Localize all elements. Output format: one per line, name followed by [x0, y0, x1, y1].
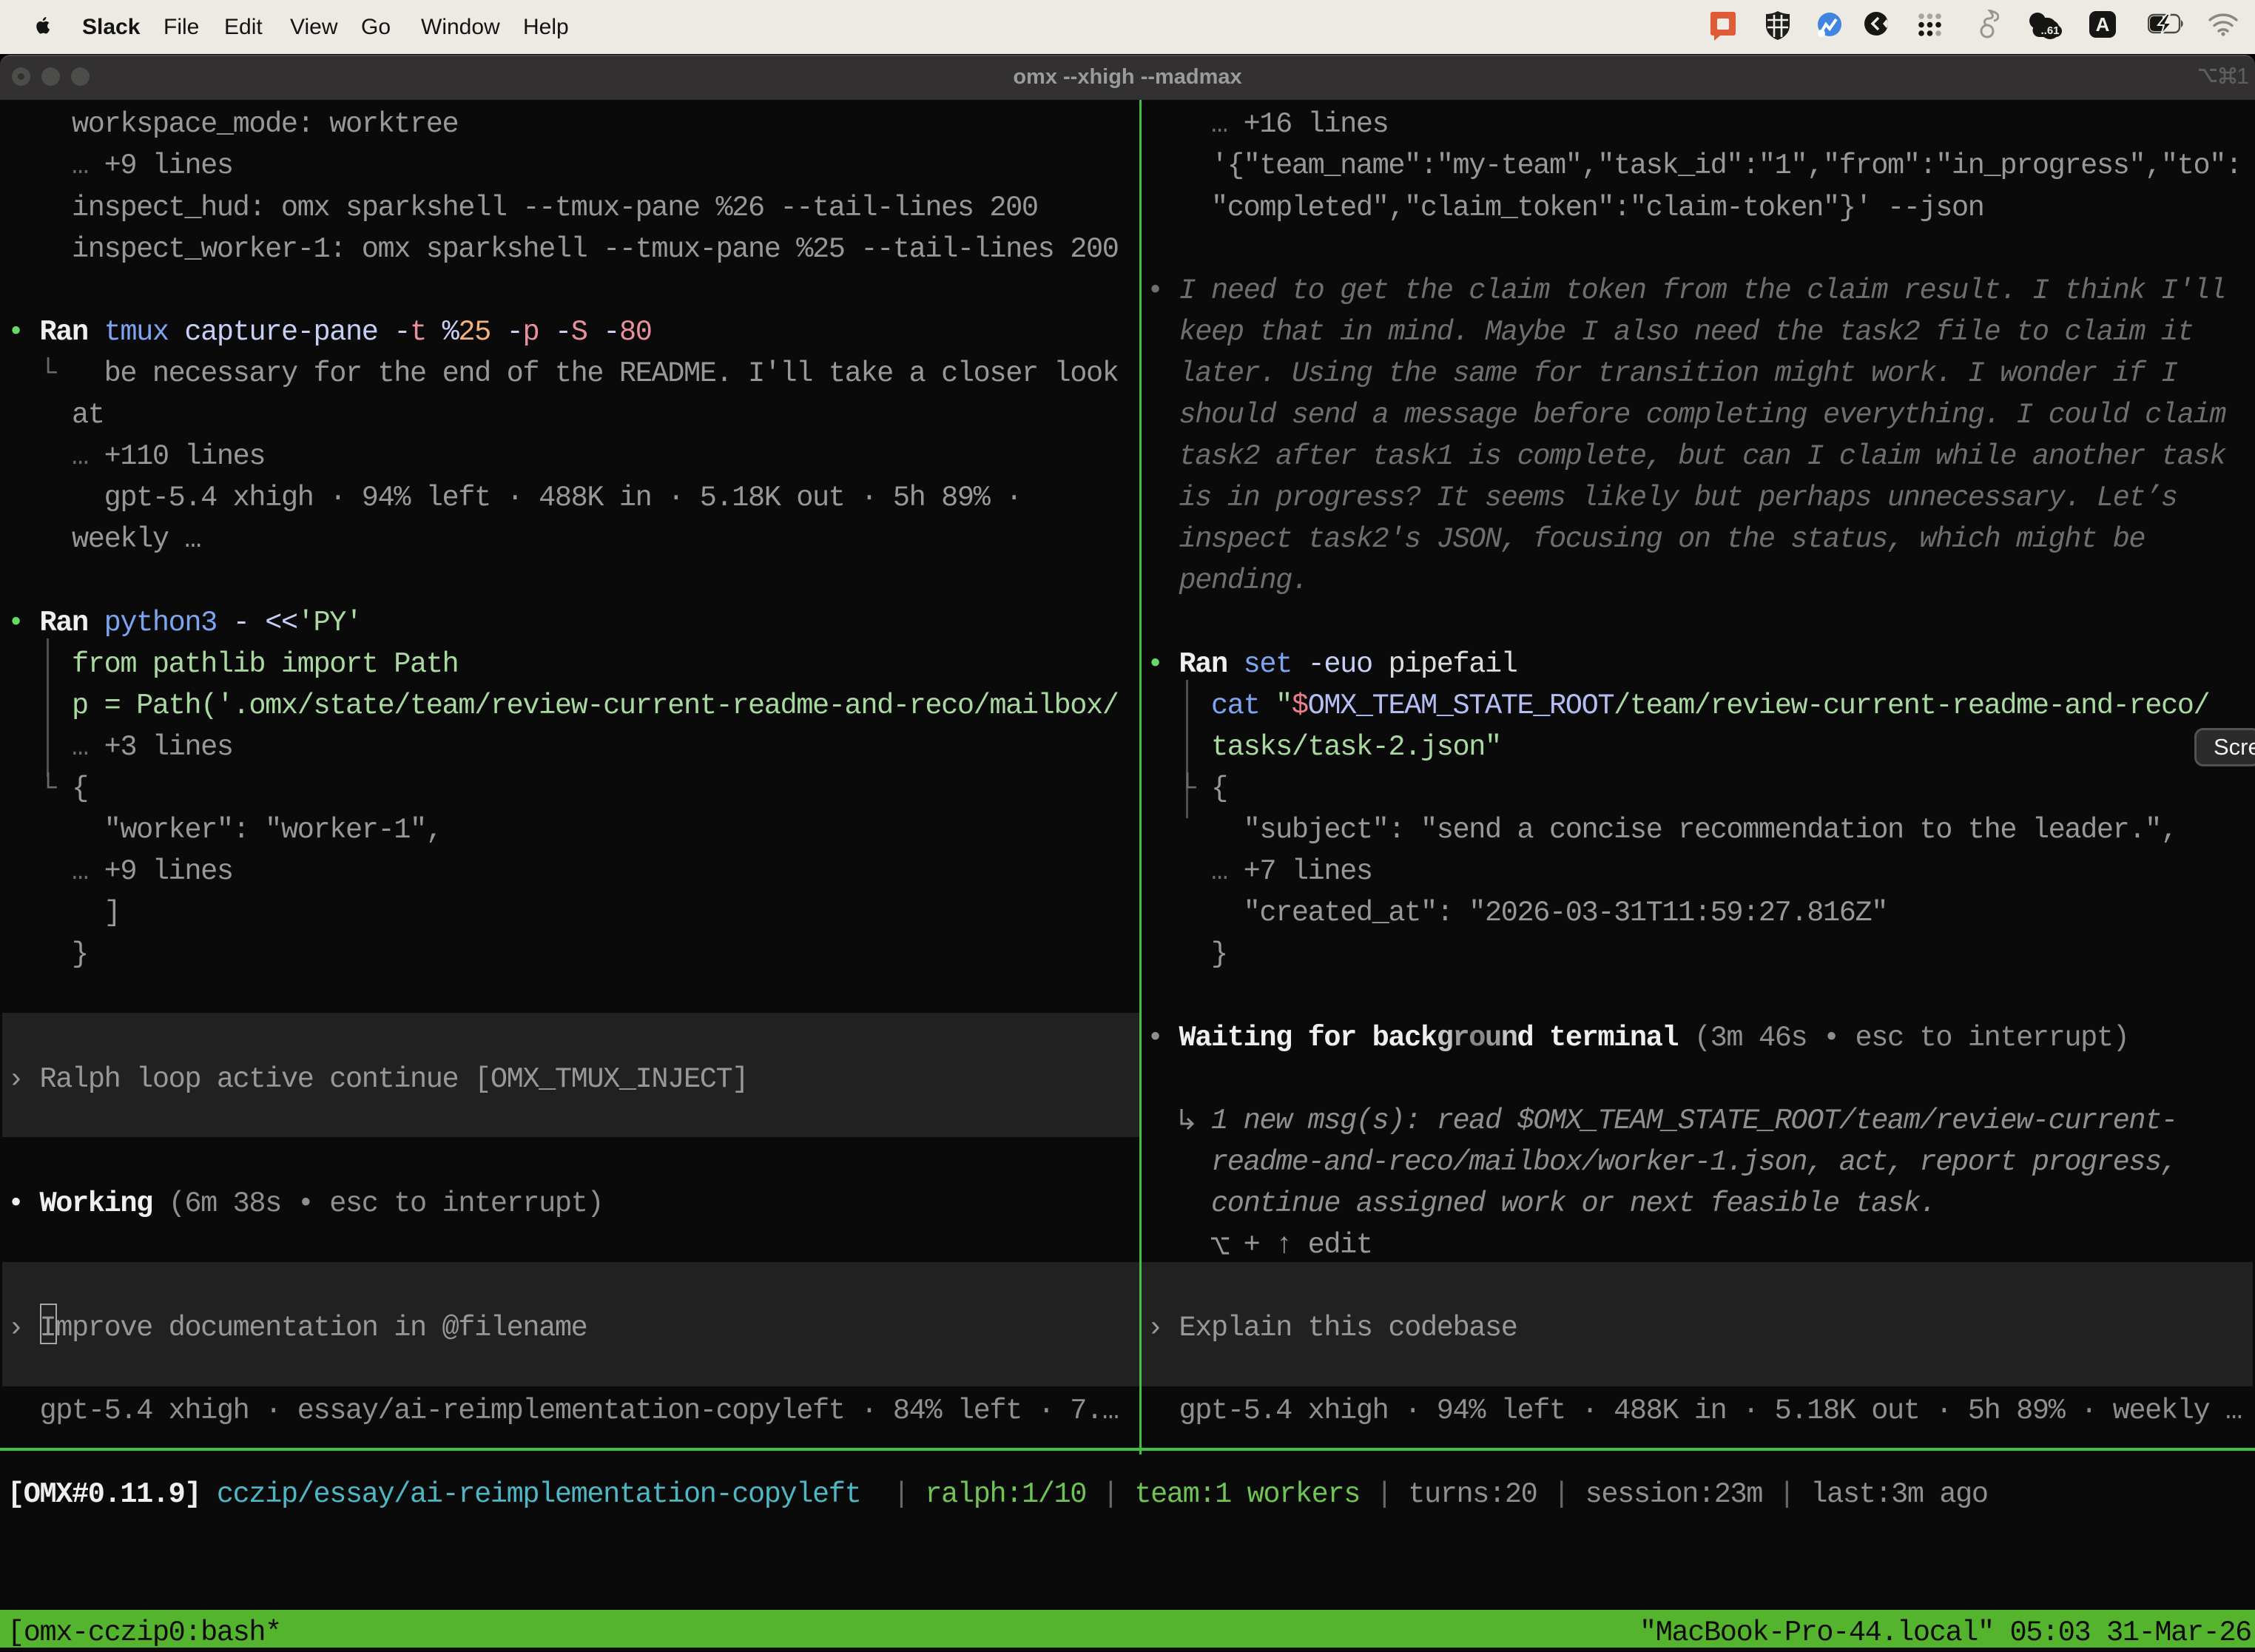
svg-text:..61: ..61: [2040, 24, 2059, 37]
